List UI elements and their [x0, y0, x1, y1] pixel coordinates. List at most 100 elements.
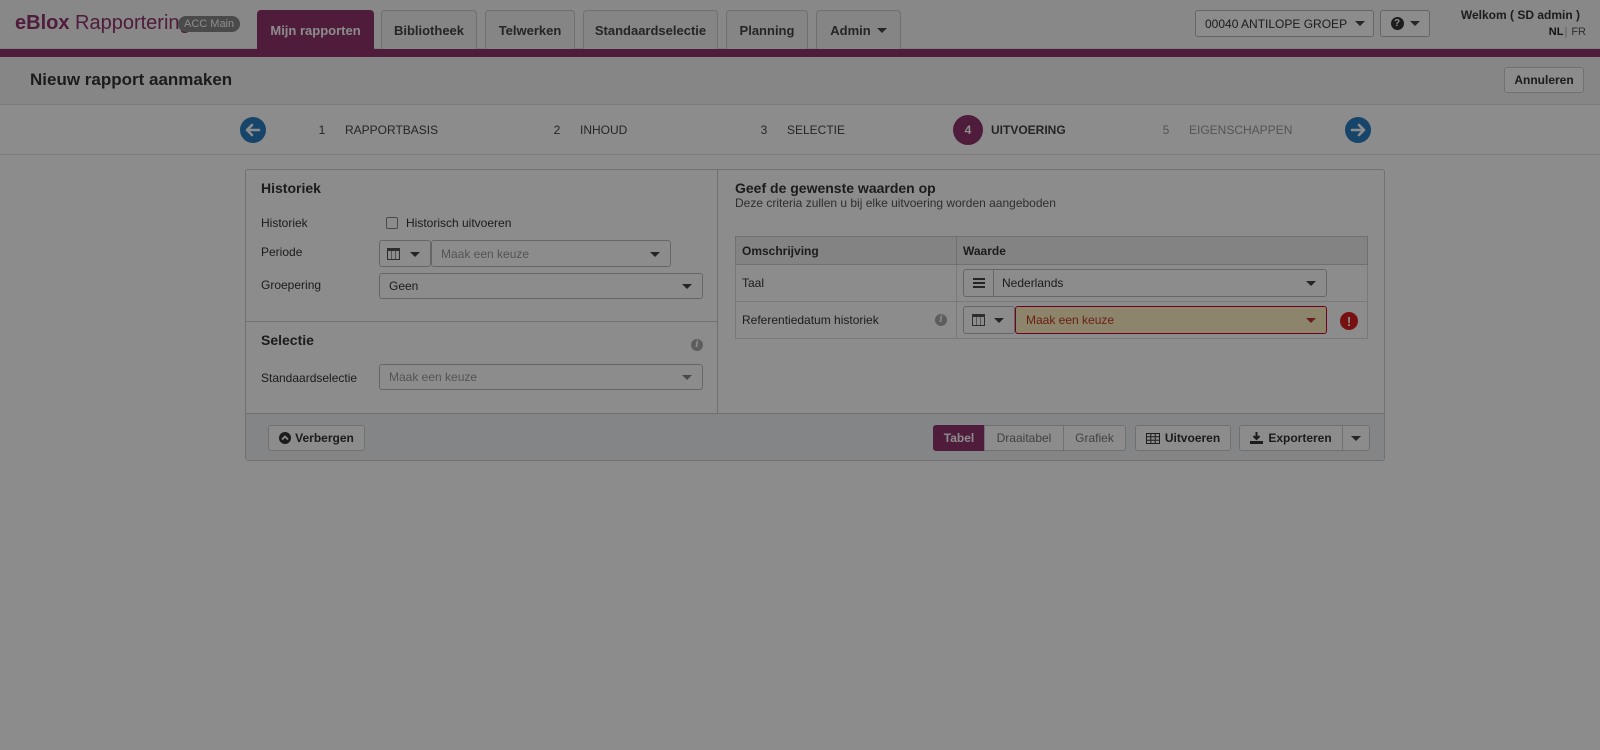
- step-label: INHOUD: [580, 123, 628, 137]
- step-selectie[interactable]: 3 SELECTIE: [749, 117, 845, 143]
- tab-mijn-rapporten[interactable]: Mijn rapporten: [257, 10, 374, 49]
- column-header-waarde: Waarde: [956, 236, 1368, 265]
- export-button[interactable]: Exporteren: [1239, 425, 1343, 451]
- app-logo[interactable]: eBlox Rapportering: [15, 12, 191, 35]
- next-step-button[interactable]: [1345, 117, 1371, 143]
- tab-label: Admin: [830, 22, 871, 38]
- brand-bar: [0, 49, 1600, 57]
- info-icon[interactable]: i: [935, 314, 947, 326]
- calendar-icon: [972, 314, 985, 326]
- step-label: UITVOERING: [991, 123, 1066, 137]
- tab-bibliotheek[interactable]: Bibliotheek: [381, 10, 477, 49]
- periode-placeholder: Maak een keuze: [441, 246, 530, 261]
- table-icon: [1145, 432, 1160, 444]
- tab-label: Standaardselectie: [594, 22, 707, 38]
- referentiedatum-control: Maak een keuze: [963, 306, 1327, 334]
- tab-standaardselectie[interactable]: Standaardselectie: [583, 10, 718, 49]
- lang-nl[interactable]: NL: [1549, 26, 1564, 38]
- criteria-desc-referentiedatum: Referentiedatum historiek i: [735, 301, 957, 339]
- organisation-value: 00040 ANTILOPE GROEP: [1205, 16, 1348, 31]
- historiek-label: Historiek: [261, 216, 308, 230]
- list-icon: [972, 278, 985, 288]
- step-eigenschappen[interactable]: 5 EIGENSCHAPPEN: [1151, 117, 1293, 143]
- chevron-down-icon: [1306, 281, 1316, 286]
- run-label: Uitvoeren: [1164, 431, 1221, 445]
- step-number: 4: [953, 115, 983, 145]
- step-rapportbasis[interactable]: 1 RAPPORTBASIS: [307, 117, 438, 143]
- help-button[interactable]: ?: [1380, 10, 1430, 37]
- calendar-icon: [387, 247, 400, 260]
- hide-label: Verbergen: [295, 431, 354, 445]
- chevron-up-circle-icon: [279, 432, 292, 444]
- criteria-table: Omschrijving Waarde Taal Nederlands Refe…: [735, 236, 1368, 339]
- page-title: Nieuw rapport aanmaken: [30, 70, 233, 89]
- criteria-subtitle: Deze criteria zullen u bij elke uitvoeri…: [735, 196, 1056, 210]
- standaardselectie-select[interactable]: Maak een keuze: [379, 364, 703, 390]
- step-label: RAPPORTBASIS: [345, 123, 439, 137]
- step-inhoud[interactable]: 2 INHOUD: [542, 117, 628, 143]
- step-label: EIGENSCHAPPEN: [1189, 123, 1293, 137]
- question-icon: ?: [1390, 17, 1404, 30]
- view-tabel-toggle[interactable]: Tabel: [933, 425, 985, 451]
- settings-column: Historiek Historiek Historisch uitvoeren…: [246, 170, 718, 413]
- periode-select[interactable]: Maak een keuze: [431, 240, 671, 267]
- list-icon-wrap: [964, 270, 994, 296]
- historisch-checkbox-label[interactable]: Historisch uitvoeren: [406, 216, 511, 230]
- lang-fr[interactable]: FR: [1571, 26, 1586, 38]
- historiek-title: Historiek: [261, 180, 321, 196]
- previous-step-button[interactable]: [240, 117, 266, 143]
- page-header: Nieuw rapport aanmaken Annuleren: [0, 57, 1600, 105]
- step-number: 3: [760, 123, 768, 137]
- taal-value: Nederlands: [1002, 276, 1064, 290]
- chevron-down-icon: [1306, 318, 1316, 323]
- top-navbar: eBlox Rapportering ACC Main Mijn rapport…: [0, 0, 1600, 49]
- periode-type-select[interactable]: [379, 240, 431, 267]
- tab-planning[interactable]: Planning: [726, 10, 808, 49]
- chevron-down-icon: [876, 27, 887, 33]
- arrow-left-icon: [245, 123, 261, 137]
- run-button[interactable]: Uitvoeren: [1135, 425, 1231, 451]
- app-root: eBlox Rapportering ACC Main Mijn rapport…: [0, 0, 1600, 750]
- tab-admin[interactable]: Admin: [816, 10, 901, 49]
- view-draaitabel-toggle[interactable]: Draaitabel: [984, 425, 1064, 451]
- standaardselectie-label: Standaardselectie: [261, 371, 358, 385]
- step-number: 5: [1162, 123, 1170, 137]
- groepering-value: Geen: [389, 279, 419, 293]
- chevron-down-icon: [1351, 435, 1361, 441]
- brand-rest: Rapportering: [69, 12, 191, 34]
- groepering-select[interactable]: Geen: [379, 273, 703, 299]
- groepering-label: Groepering: [261, 278, 322, 292]
- table-row: Referentiedatum historiek i Maak een keu…: [735, 301, 1368, 339]
- table-header-row: Omschrijving Waarde: [735, 236, 1368, 265]
- standaardselectie-placeholder: Maak een keuze: [389, 370, 478, 384]
- language-switch: NL| FR: [1549, 26, 1586, 38]
- error-icon: !: [1340, 312, 1358, 330]
- table-row: Taal Nederlands: [735, 264, 1368, 302]
- section-divider: [246, 321, 718, 322]
- welcome-text: Welkom ( SD admin ): [1460, 8, 1580, 22]
- organisation-select[interactable]: 00040 ANTILOPE GROEP: [1195, 10, 1374, 37]
- referentiedatum-type-select[interactable]: [963, 306, 1015, 334]
- chevron-down-icon: [410, 251, 420, 257]
- cancel-button[interactable]: Annuleren: [1504, 67, 1584, 93]
- historisch-checkbox[interactable]: [386, 217, 398, 229]
- referentiedatum-select[interactable]: Maak een keuze: [1015, 306, 1327, 334]
- chevron-down-icon: [682, 375, 692, 380]
- environment-badge: ACC Main: [178, 16, 241, 32]
- view-grafiek-toggle[interactable]: Grafiek: [1063, 425, 1126, 451]
- arrow-right-icon: [1350, 123, 1366, 137]
- download-icon: [1250, 432, 1264, 444]
- taal-select[interactable]: Nederlands: [963, 269, 1327, 297]
- step-uitvoering[interactable]: 4 UITVOERING: [953, 115, 1066, 145]
- selectie-title: Selectie: [261, 332, 314, 348]
- tab-label: Telwerken: [498, 22, 562, 38]
- column-header-omschrijving: Omschrijving: [735, 236, 957, 265]
- info-icon[interactable]: i: [691, 339, 703, 351]
- chevron-down-icon: [994, 318, 1004, 323]
- panel-footer: Verbergen Tabel Draaitabel Grafiek Uitvo…: [246, 413, 1384, 460]
- tab-telwerken[interactable]: Telwerken: [485, 10, 575, 49]
- referentiedatum-label: Referentiedatum historiek: [742, 313, 879, 327]
- chevron-down-icon: [1355, 21, 1366, 26]
- hide-button[interactable]: Verbergen: [268, 425, 365, 451]
- export-options-button[interactable]: [1342, 425, 1370, 451]
